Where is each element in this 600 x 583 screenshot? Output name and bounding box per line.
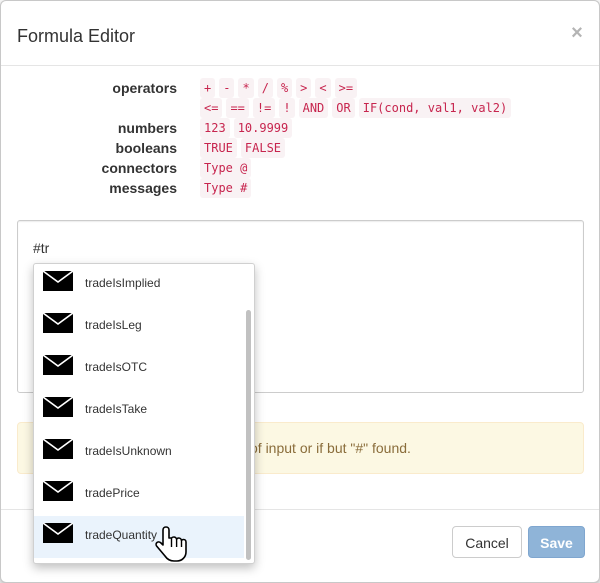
legend-label: booleans — [115, 140, 177, 156]
legend-label: operators — [112, 80, 177, 96]
syntax-code: >= — [334, 78, 358, 98]
save-button[interactable]: Save — [528, 526, 585, 558]
formula-input-text: #tr — [33, 240, 50, 256]
legend-codes: <= == !=! AND OR IF(cond, val1, val2) — [200, 98, 512, 118]
syntax-code: IF(cond, val1, val2) — [358, 98, 512, 118]
syntax-code: > — [296, 78, 312, 98]
cancel-button[interactable]: Cancel — [452, 526, 522, 558]
autocomplete-item-label: tradeIsUnknown — [85, 444, 172, 458]
syntax-code: <= — [200, 98, 223, 118]
envelope-icon — [42, 522, 74, 543]
autocomplete-item[interactable]: tradePrice — [34, 474, 244, 516]
syntax-code: == — [226, 98, 249, 118]
legend-label: numbers — [117, 120, 177, 136]
syntax-code: AND — [298, 98, 329, 118]
autocomplete-item[interactable]: tradeIsUnknown — [34, 432, 244, 474]
autocomplete-item-label: tradeIsImplied — [85, 276, 161, 290]
autocomplete-item[interactable]: tradeIsImplied — [34, 264, 244, 306]
legend-row: booleans TRUE FALSE — [1, 137, 599, 158]
autocomplete-dropdown[interactable]: tradeQuantity tradePrice tradeIsUnknown tra… — [33, 263, 255, 564]
legend-codes: 123 10.9999 — [200, 118, 293, 138]
autocomplete-item[interactable]: tradeIsTake — [34, 390, 244, 432]
envelope-icon — [42, 270, 74, 291]
legend-row: numbers 123 10.9999 — [1, 117, 599, 138]
syntax-code: / — [257, 78, 273, 98]
envelope-icon — [42, 396, 74, 417]
syntax-code: ! — [279, 98, 295, 118]
syntax-code: * — [238, 78, 254, 98]
syntax-code: < — [315, 78, 331, 98]
autocomplete-item-label: tradeIsLeg — [85, 318, 142, 332]
syntax-code: Type @ — [200, 158, 252, 178]
syntax-code: % — [276, 78, 293, 98]
envelope-icon — [42, 480, 74, 501]
legend-label: connectors — [101, 160, 177, 176]
validation-alert-text: of input or if but "#" found. — [250, 440, 411, 456]
legend-label: messages — [109, 180, 177, 196]
syntax-code: - — [219, 78, 235, 98]
legend-codes: + - * /% > < >= — [200, 78, 358, 98]
syntax-code: + — [200, 78, 216, 98]
syntax-code: 10.9999 — [233, 118, 293, 138]
modal-title: Formula Editor — [17, 26, 136, 46]
syntax-code: OR — [332, 98, 355, 118]
autocomplete-item-label: tradeIsOTC — [85, 360, 148, 374]
syntax-code: TRUE — [200, 138, 237, 158]
syntax-code: FALSE — [240, 138, 286, 158]
hand-cursor-icon — [155, 526, 187, 562]
syntax-code: 123 — [200, 118, 230, 138]
legend-codes: Type @ — [200, 158, 252, 178]
legend-codes: TRUE FALSE — [200, 138, 286, 158]
syntax-code: != — [252, 98, 276, 118]
legend-codes: Type # — [200, 178, 252, 198]
close-icon[interactable]: × — [569, 23, 585, 43]
autocomplete-item-label: tradeQuantity — [85, 528, 158, 542]
modal-header: Formula Editor × — [1, 1, 599, 66]
autocomplete-item[interactable]: tradeQuantity — [34, 516, 244, 558]
autocomplete-item-label: tradePrice — [85, 486, 140, 500]
legend-row: <= == !=! AND OR IF(cond, val1, val2) — [1, 97, 599, 118]
envelope-icon — [42, 354, 74, 375]
legend-row: messages Type # — [1, 177, 599, 198]
dropdown-scrollbar[interactable] — [246, 310, 251, 560]
legend-row: operators + - * /% > < >= — [1, 77, 599, 98]
autocomplete-item[interactable]: tradeIsLeg — [34, 306, 244, 348]
envelope-icon — [42, 312, 74, 333]
envelope-icon — [42, 438, 74, 459]
syntax-code: Type # — [200, 178, 252, 198]
autocomplete-item[interactable]: tradeIsOTC — [34, 348, 244, 390]
autocomplete-item-label: tradeIsTake — [85, 402, 148, 416]
legend-row: connectors Type @ — [1, 157, 599, 178]
